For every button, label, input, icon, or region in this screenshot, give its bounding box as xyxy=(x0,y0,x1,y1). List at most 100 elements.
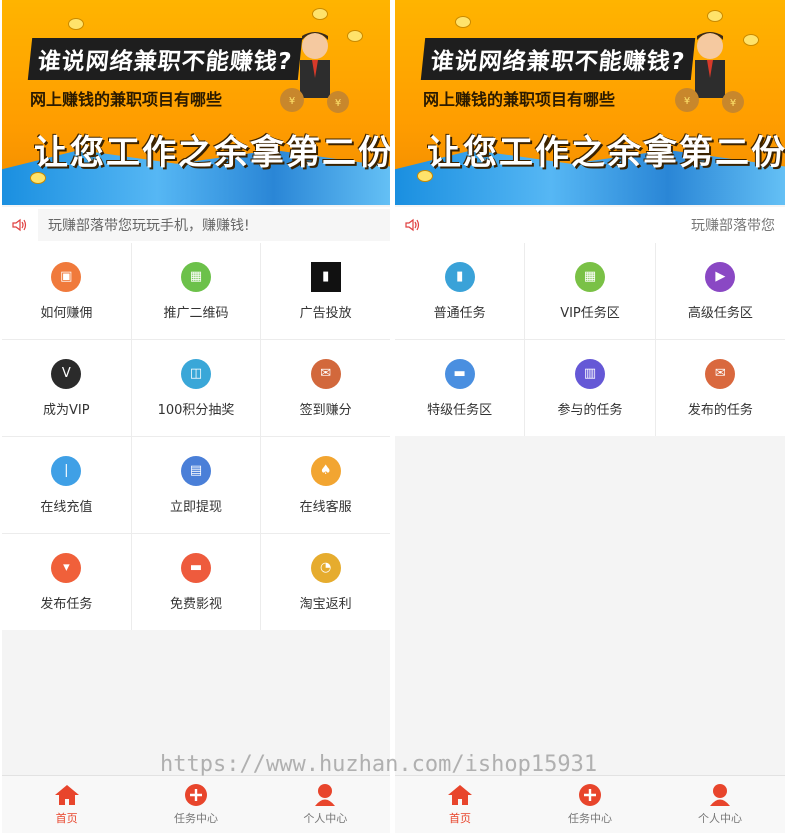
tab-task-center[interactable]: 任务中心 xyxy=(131,776,260,833)
grid-item-label: VIP任务区 xyxy=(560,305,620,321)
banner-headline: 谁说网络兼职不能赚钱? xyxy=(27,38,303,80)
grid-item-7[interactable]: ▤ 立即提现 xyxy=(131,437,261,533)
businessman-illustration: ¥ ¥ xyxy=(675,32,744,113)
qrcode-icon: ▦ xyxy=(180,261,211,292)
grid-item-5[interactable]: ✉ 签到赚分 xyxy=(261,340,390,436)
grid-item-8[interactable]: ♠ 在线客服 xyxy=(261,437,390,533)
announcement-text: 玩赚部落带您 xyxy=(431,209,785,241)
coin-icon xyxy=(743,34,759,46)
grid-item-label: 100积分抽奖 xyxy=(157,402,235,418)
grid-item-10[interactable]: ▬ 免费影视 xyxy=(131,534,261,630)
grid-item-label: 立即提现 xyxy=(169,499,222,515)
grid-item-1[interactable]: ▦ VIP任务区 xyxy=(525,243,655,339)
lottery-icon: ◫ xyxy=(180,358,211,389)
service-icon: ♠ xyxy=(310,455,341,486)
left-phone-screen: 谁说网络兼职不能赚钱? 网上赚钱的兼职项目有哪些 让您工作之余拿第二份收入 ¥ … xyxy=(2,0,390,833)
mail-icon: ✉ xyxy=(705,358,736,389)
svg-text:¥: ¥ xyxy=(289,96,295,107)
home-icon xyxy=(447,783,473,807)
coin-icon xyxy=(312,8,328,20)
grid-item-4[interactable]: ▥ 参与的任务 xyxy=(525,340,655,436)
banner-tagline: 让您工作之余拿第二份收入 xyxy=(427,133,785,173)
home-icon xyxy=(54,783,80,807)
grid-item-label: 免费影视 xyxy=(169,596,222,612)
bottom-tab-bar: 首页 任务中心 个人中心 xyxy=(395,775,785,833)
tab-home-label: 首页 xyxy=(449,812,471,825)
tab-profile[interactable]: 个人中心 xyxy=(261,776,390,833)
businessman-illustration: ¥ ¥ xyxy=(280,32,349,113)
grid-item-label: 广告投放 xyxy=(299,305,352,321)
grid-item-1[interactable]: ▦ 推广二维码 xyxy=(131,243,261,339)
tab-home[interactable]: 首页 xyxy=(2,776,131,833)
vip-icon: V xyxy=(51,358,82,389)
watermark-text: https://www.huzhan.com/ishop15931 xyxy=(160,752,598,777)
bottom-tab-bar: 首页 任务中心 个人中心 xyxy=(2,775,390,833)
right-phone-screen: 谁说网络兼职不能赚钱? 网上赚钱的兼职项目有哪些 让您工作之余拿第二份收入 ¥ … xyxy=(395,0,785,833)
ad-image-icon: ▮ xyxy=(310,261,341,292)
grid-item-9[interactable]: ▾ 发布任务 xyxy=(2,534,131,630)
promo-banner[interactable]: 谁说网络兼职不能赚钱? 网上赚钱的兼职项目有哪些 让您工作之余拿第二份收入 ¥ … xyxy=(395,0,785,205)
banner-tagline: 让您工作之余拿第二份收入 xyxy=(34,133,390,173)
grid-item-label: 如何赚佣 xyxy=(40,305,93,321)
banner-subline: 网上赚钱的兼职项目有哪些 xyxy=(30,90,223,109)
tab-home[interactable]: 首页 xyxy=(395,776,525,833)
checkin-icon: ✉ xyxy=(310,358,341,389)
tab-home-label: 首页 xyxy=(55,812,78,825)
grid-item-label: 普通任务 xyxy=(433,305,486,321)
grid-item-3[interactable]: V 成为VIP xyxy=(2,340,131,436)
announcement-text: 玩赚部落带您玩玩手机，赚赚钱! xyxy=(38,209,390,241)
withdraw-icon: ▤ xyxy=(180,455,211,486)
grid-item-0[interactable]: ▣ 如何赚佣 xyxy=(2,243,131,339)
grid-item-0[interactable]: ▮ 普通任务 xyxy=(395,243,525,339)
coin-icon xyxy=(455,16,471,28)
plus-circle-icon xyxy=(577,783,603,807)
grid-item-5[interactable]: ✉ 发布的任务 xyxy=(655,340,785,436)
task-grid: ▮ 普通任务 ▦ VIP任务区 ▶ 高级任务区 ▬ 特级任务区 ▥ 参与的任务 ✉ 发布的任务 xyxy=(395,243,785,436)
grid-item-label: 发布的任务 xyxy=(687,402,753,418)
feature-grid: ▣ 如何赚佣 ▦ 推广二维码 ▮ 广告投放 V 成为VIP ◫ 100积分抽奖 ✉ 签到赚分 ❘ 在线充值… xyxy=(2,243,390,630)
grid-item-label: 在线充值 xyxy=(40,499,93,515)
svg-text:¥: ¥ xyxy=(335,98,341,109)
announcement-bar[interactable]: 玩赚部落带您玩玩手机，赚赚钱! xyxy=(2,207,390,243)
plus-circle-icon xyxy=(183,783,209,807)
grid-item-label: 参与的任务 xyxy=(557,402,623,418)
grid-item-label: 签到赚分 xyxy=(299,402,352,418)
banner-subline: 网上赚钱的兼职项目有哪些 xyxy=(423,90,616,109)
coin-icon xyxy=(707,10,723,22)
tab-task-center-label: 任务中心 xyxy=(568,812,612,825)
grid-item-label: 高级任务区 xyxy=(687,305,753,321)
user-icon xyxy=(312,783,338,807)
grid-item-2[interactable]: ▮ 广告投放 xyxy=(261,243,390,339)
svg-text:¥: ¥ xyxy=(684,96,690,107)
grid-item-3[interactable]: ▬ 特级任务区 xyxy=(395,340,525,436)
task-icon: ▮ xyxy=(444,261,475,292)
grid-icon: ▦ xyxy=(574,261,605,292)
tab-profile[interactable]: 个人中心 xyxy=(655,776,785,833)
tab-task-center[interactable]: 任务中心 xyxy=(525,776,655,833)
grid-item-label: 推广二维码 xyxy=(163,305,229,321)
banner-headline: 谁说网络兼职不能赚钱? xyxy=(420,38,696,80)
tab-task-center-label: 任务中心 xyxy=(173,812,218,825)
tab-profile-label: 个人中心 xyxy=(698,812,742,825)
user-icon xyxy=(707,783,733,807)
tab-profile-label: 个人中心 xyxy=(303,812,348,825)
speaker-icon xyxy=(395,218,431,232)
grid-item-6[interactable]: ❘ 在线充值 xyxy=(2,437,131,533)
cart-icon: ▾ xyxy=(51,552,82,583)
announcement-bar[interactable]: 玩赚部落带您 xyxy=(395,207,785,243)
grid-item-label: 特级任务区 xyxy=(427,402,493,418)
wallet-icon: ▣ xyxy=(51,261,82,292)
grid-item-label: 在线客服 xyxy=(299,499,352,515)
headset-icon: ◔ xyxy=(310,552,341,583)
speaker-icon xyxy=(2,218,38,232)
video-icon: ▬ xyxy=(180,552,211,583)
promo-banner[interactable]: 谁说网络兼职不能赚钱? 网上赚钱的兼职项目有哪些 让您工作之余拿第二份收入 ¥ … xyxy=(2,0,390,205)
coin-icon xyxy=(68,18,84,30)
store-icon: ▬ xyxy=(444,358,475,389)
thermometer-icon: ❘ xyxy=(51,455,82,486)
grid-item-2[interactable]: ▶ 高级任务区 xyxy=(655,243,785,339)
grid-item-11[interactable]: ◔ 淘宝返利 xyxy=(261,534,390,630)
grid-item-4[interactable]: ◫ 100积分抽奖 xyxy=(131,340,261,436)
grid-item-label: 发布任务 xyxy=(40,596,93,612)
play-icon: ▶ xyxy=(705,261,736,292)
